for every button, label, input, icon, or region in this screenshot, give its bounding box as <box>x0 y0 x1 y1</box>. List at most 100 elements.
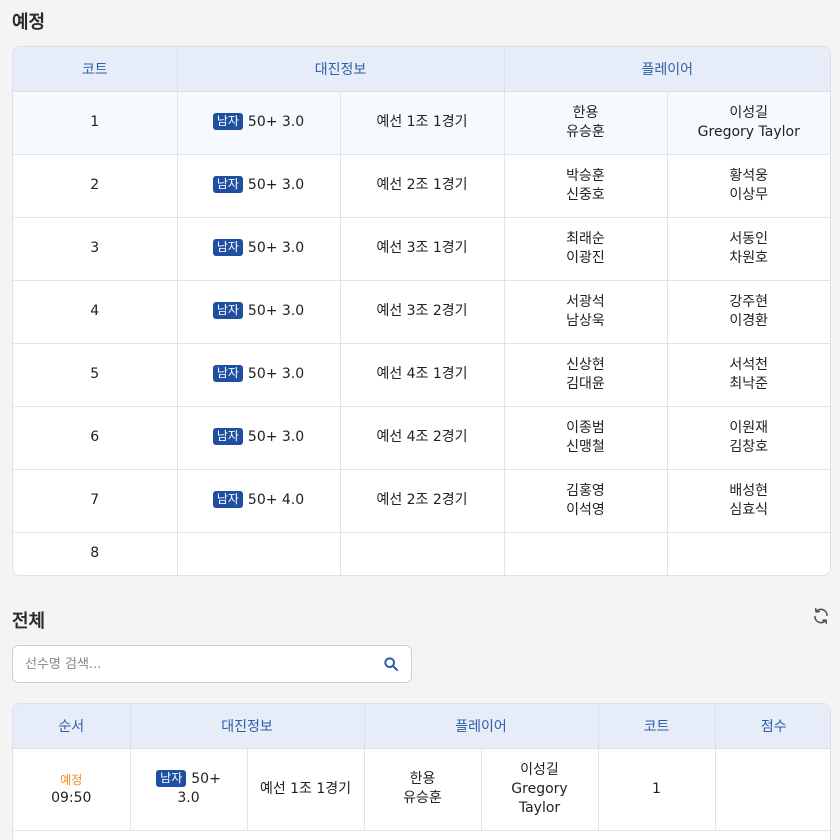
table-row[interactable]: 7 남자 50+ 4.0 예선 2조 2경기 김홍영 이석영 배성현 심효식 <box>13 469 830 533</box>
player-name: 서동인 <box>729 230 769 247</box>
refresh-icon[interactable] <box>811 607 831 627</box>
player-name: 이성길 <box>729 104 769 121</box>
player-name: 이석영 <box>566 501 605 518</box>
player-name: 신중호 <box>566 186 605 203</box>
table-row[interactable]: 8 <box>13 532 830 575</box>
division-label: 50+ 3.0 <box>247 240 305 256</box>
court-number: 8 <box>13 532 178 575</box>
round-label: 예선 4조 1경기 <box>340 343 505 407</box>
player-name: 최낙준 <box>729 375 769 392</box>
division-cell: 남자 50+ 3.0 <box>177 280 341 344</box>
division-label: 50+ 4.0 <box>247 492 305 508</box>
division-cell: 남자 50+ 4.0 <box>177 469 341 533</box>
court-number: 4 <box>13 280 178 344</box>
court-number: 2 <box>13 154 178 218</box>
status-label: 예정 <box>60 772 83 787</box>
table-row[interactable]: 1 남자 50+ 3.0 예선 1조 1경기 한용 유승훈 이성길 Gregory Taylo… <box>13 91 830 155</box>
column-header-players: 플레이어 <box>364 704 599 749</box>
round-label: 예선 2조 1경기 <box>340 154 505 218</box>
search-icon[interactable] <box>383 656 399 672</box>
team1-cell: 이종범 신맹철 <box>504 406 668 470</box>
table-row[interactable]: 5 남자 50+ 3.0 예선 4조 1경기 신상현 김대윤 서석천 최낙준 <box>13 343 830 407</box>
team1-cell: 한용유승훈 <box>364 748 482 831</box>
division-cell: 남자 50+ 3.0 <box>177 154 341 218</box>
team2-cell: 배성현심효식 <box>667 469 830 533</box>
round-label: 예선 4조 2경기 <box>340 406 505 470</box>
gender-badge: 남자 <box>212 491 243 508</box>
table-row[interactable]: 예정 09:50 남자 50+ 3.0 예선 1조 1경기 한용 유승훈 이성길 Gregory… <box>13 748 830 831</box>
division-label: 50+ 3.0 <box>247 303 305 319</box>
player-name: 서광석 <box>566 293 605 310</box>
division-cell <box>177 532 341 575</box>
player-name: Gregory Taylor <box>697 123 800 140</box>
player-name: 이원재 <box>729 419 769 436</box>
player-name: 한용 <box>572 104 599 121</box>
player-name: 최래순 <box>566 230 605 247</box>
division-label: 50+ 3.0 <box>247 177 305 193</box>
player-name: 유승훈 <box>566 123 605 140</box>
gender-badge: 남자 <box>212 176 243 193</box>
player-search-input[interactable] <box>25 646 380 682</box>
player-name: 남상욱 <box>566 312 605 329</box>
round-label: 예선 3조 1경기 <box>340 217 505 281</box>
table-row[interactable]: 4 남자 50+ 3.0 예선 3조 2경기 서광석 남상욱 강주현 이경환 <box>13 280 830 344</box>
division-label: 50+ 3.0 <box>247 429 305 445</box>
all-matches-table: 순서 대진정보 플레이어 코트 점수 예정 09:50 남자 50+ 3.0 예선 1조… <box>13 704 830 831</box>
player-name: 이상무 <box>729 186 769 203</box>
team2-cell: 이원재김창호 <box>667 406 830 470</box>
division-cell: 남자 50+ 3.0 <box>177 343 341 407</box>
division-cell: 남자 50+ 3.0 <box>177 406 341 470</box>
player-name: 서석천 <box>729 356 769 373</box>
division-cell: 남자 50+ 3.0 <box>130 748 248 831</box>
team1-cell: 신상현김대윤 <box>504 343 668 407</box>
all-matches-table-card: 순서 대진정보 플레이어 코트 점수 예정 09:50 남자 50+ 3.0 예선 1조… <box>12 703 831 840</box>
division-label: 50+ 3.0 <box>247 366 305 382</box>
table-row[interactable]: 6 남자 50+ 3.0 예선 4조 2경기 이종범 신맹철 이원재 김창호 <box>13 406 830 470</box>
team1-cell: 김홍영이석영 <box>504 469 668 533</box>
player-name: 강주현 <box>729 293 769 310</box>
team1-cell: 한용유승훈 <box>504 91 668 155</box>
player-name: 이광진 <box>566 249 605 266</box>
all-matches-title: 전체 <box>12 611 46 632</box>
player-name: 김홍영 <box>566 482 605 499</box>
score-cell <box>715 748 830 831</box>
player-name: 심효식 <box>729 501 769 518</box>
round-label: 예선 1조 1경기 <box>247 748 365 831</box>
order-cell: 예정 09:50 <box>13 748 131 831</box>
player-name: 김대윤 <box>566 375 605 392</box>
team2-cell: 이성길 Gregory Taylor <box>667 91 830 155</box>
round-label: 예선 1조 1경기 <box>340 91 505 155</box>
team1-cell: 박승훈 신중호 <box>504 154 668 218</box>
player-name: 김창호 <box>729 438 769 455</box>
division-cell: 남자 50+ 3.0 <box>177 91 341 155</box>
court-number: 7 <box>13 469 178 533</box>
column-header-court: 코트 <box>13 47 178 92</box>
column-header-court: 코트 <box>598 704 716 749</box>
player-search-box <box>12 645 412 683</box>
court-number: 5 <box>13 343 178 407</box>
team2-cell: 황석웅 이상무 <box>667 154 830 218</box>
table-row[interactable]: 3 남자 50+ 3.0 예선 3조 1경기 최래순 이광진 서동인 차원호 <box>13 217 830 281</box>
team2-cell <box>667 532 830 575</box>
round-label: 예선 3조 2경기 <box>340 280 505 344</box>
player-name: Gregory <box>511 780 568 797</box>
round-label: 예선 2조 2경기 <box>340 469 505 533</box>
player-name: 이성길 <box>520 761 559 778</box>
player-name: 유승훈 <box>403 790 442 806</box>
column-header-order: 순서 <box>13 704 131 749</box>
player-name: 신상현 <box>566 356 605 373</box>
gender-badge: 남자 <box>212 365 243 382</box>
team1-cell: 최래순이광진 <box>504 217 668 281</box>
court-number: 1 <box>13 91 178 155</box>
schedule-title: 예정 <box>12 12 46 33</box>
court-number: 1 <box>598 748 716 831</box>
gender-badge: 남자 <box>156 770 187 787</box>
court-number: 3 <box>13 217 178 281</box>
column-header-score: 점수 <box>715 704 830 749</box>
gender-badge: 남자 <box>212 302 243 319</box>
division-cell: 남자 50+ 3.0 <box>177 217 341 281</box>
player-name: 한용 <box>409 771 436 787</box>
player-name: 배성현 <box>729 482 769 499</box>
table-row[interactable]: 2 남자 50+ 3.0 예선 2조 1경기 박승훈 신중호 황석웅 이상무 <box>13 154 830 218</box>
player-name: 이경환 <box>729 312 769 329</box>
